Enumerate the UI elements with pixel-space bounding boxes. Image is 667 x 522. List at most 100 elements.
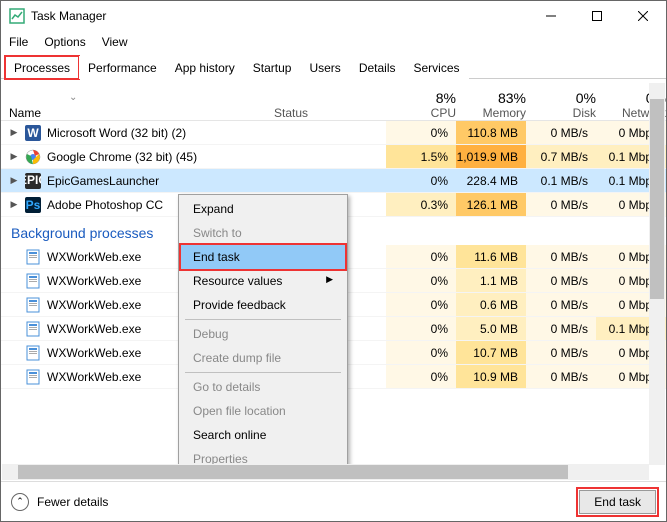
vertical-scrollbar[interactable]: [649, 83, 665, 465]
disk-cell: 0 MB/s: [526, 317, 596, 340]
tab-performance[interactable]: Performance: [79, 56, 166, 79]
svg-text:W: W: [27, 126, 39, 140]
titlebar: Task Manager: [1, 1, 666, 31]
header-name[interactable]: ⌄Name: [1, 79, 266, 120]
disk-cell: 0 MB/s: [526, 293, 596, 316]
disk-cell: 0.7 MB/s: [526, 145, 596, 168]
menu-options[interactable]: Options: [44, 35, 85, 49]
process-name: Google Chrome (32 bit) (45): [47, 150, 197, 164]
cpu-cell: 0%: [386, 169, 456, 192]
epic-icon: EPIC: [25, 173, 41, 189]
ctx-debug: Debug: [181, 322, 345, 346]
maximize-button[interactable]: [574, 1, 620, 31]
ctx-resource-values[interactable]: Resource values▶: [181, 269, 345, 293]
tabs: Processes Performance App history Startu…: [1, 55, 666, 79]
cpu-cell: 1.5%: [386, 145, 456, 168]
header-memory[interactable]: 83%Memory: [456, 79, 526, 120]
process-name: WXWorkWeb.exe: [47, 298, 141, 312]
ctx-expand[interactable]: Expand: [181, 197, 345, 221]
header-status[interactable]: Status: [266, 79, 386, 120]
process-row[interactable]: ▶ EPIC EpicGamesLauncher 0%228.4 MB0.1 MB/s…: [1, 169, 666, 193]
menu-view[interactable]: View: [102, 35, 128, 49]
ctx-switch-to: Switch to: [181, 221, 345, 245]
process-name: Microsoft Word (32 bit) (2): [47, 126, 186, 140]
disk-cell: 0.1 MB/s: [526, 169, 596, 192]
disk-cell: 0 MB/s: [526, 365, 596, 388]
chevron-up-icon: ⌃: [11, 493, 29, 511]
process-name: Adobe Photoshop CC: [47, 198, 163, 212]
menubar: File Options View: [1, 31, 666, 53]
fewer-details-label: Fewer details: [37, 495, 108, 509]
memory-cell: 126.1 MB: [456, 193, 526, 216]
horizontal-scrollbar[interactable]: [2, 464, 649, 480]
cpu-cell: 0%: [386, 121, 456, 144]
expand-icon[interactable]: ▶: [9, 199, 19, 210]
ctx-provide-feedback[interactable]: Provide feedback: [181, 293, 345, 317]
header-cpu[interactable]: 8%CPU: [386, 79, 456, 120]
cpu-cell: 0%: [386, 293, 456, 316]
end-task-button[interactable]: End task: [579, 490, 656, 514]
word-icon: W: [25, 125, 41, 141]
svg-text:Ps: Ps: [26, 198, 41, 212]
tab-users[interactable]: Users: [300, 56, 349, 79]
process-name: WXWorkWeb.exe: [47, 370, 141, 384]
taskmgr-icon: [9, 8, 25, 24]
tab-details[interactable]: Details: [350, 56, 405, 79]
expand-icon[interactable]: ▶: [9, 151, 19, 162]
ctx-go-to-details: Go to details: [181, 375, 345, 399]
memory-cell: 0.6 MB: [456, 293, 526, 316]
close-button[interactable]: [620, 1, 666, 31]
cpu-cell: 0%: [386, 269, 456, 292]
memory-cell: 11.6 MB: [456, 245, 526, 268]
process-name: WXWorkWeb.exe: [47, 322, 141, 336]
generic-icon: [25, 345, 41, 361]
memory-cell: 5.0 MB: [456, 317, 526, 340]
expand-icon[interactable]: ▶: [9, 175, 19, 186]
minimize-button[interactable]: [528, 1, 574, 31]
cpu-cell: 0%: [386, 365, 456, 388]
generic-icon: [25, 369, 41, 385]
process-name: WXWorkWeb.exe: [47, 346, 141, 360]
tab-startup[interactable]: Startup: [244, 56, 301, 79]
memory-cell: 1.1 MB: [456, 269, 526, 292]
ctx-separator: [185, 319, 341, 320]
menu-file[interactable]: File: [9, 35, 28, 49]
fewer-details-toggle[interactable]: ⌃ Fewer details: [11, 493, 579, 511]
chevron-right-icon: ▶: [326, 274, 333, 285]
tab-processes[interactable]: Processes: [5, 56, 79, 79]
generic-icon: [25, 321, 41, 337]
disk-cell: 0 MB/s: [526, 193, 596, 216]
context-menu: Expand Switch to End task Resource value…: [178, 194, 348, 474]
process-row[interactable]: ▶ W Microsoft Word (32 bit) (2) 0%110.8 MB0…: [1, 121, 666, 145]
ctx-open-file-location: Open file location: [181, 399, 345, 423]
scrollbar-thumb[interactable]: [650, 99, 664, 299]
header-disk[interactable]: 0%Disk: [526, 79, 596, 120]
cpu-cell: 0.3%: [386, 193, 456, 216]
tab-app-history[interactable]: App history: [166, 56, 244, 79]
process-name: EpicGamesLauncher: [47, 174, 159, 188]
process-name: WXWorkWeb.exe: [47, 250, 141, 264]
disk-cell: 0 MB/s: [526, 341, 596, 364]
ctx-end-task[interactable]: End task: [181, 245, 345, 269]
memory-cell: 110.8 MB: [456, 121, 526, 144]
disk-cell: 0 MB/s: [526, 269, 596, 292]
cpu-cell: 0%: [386, 245, 456, 268]
generic-icon: [25, 297, 41, 313]
tab-services[interactable]: Services: [405, 56, 469, 79]
ctx-search-online[interactable]: Search online: [181, 423, 345, 447]
memory-cell: 1,019.9 MB: [456, 145, 526, 168]
memory-cell: 228.4 MB: [456, 169, 526, 192]
disk-cell: 0 MB/s: [526, 121, 596, 144]
column-headers: ⌄Name Status 8%CPU 83%Memory 0%Disk 0%Ne…: [1, 79, 666, 121]
expand-icon[interactable]: ▶: [9, 127, 19, 138]
cpu-cell: 0%: [386, 341, 456, 364]
chrome-icon: [25, 149, 41, 165]
footer: ⌃ Fewer details End task: [1, 481, 666, 521]
process-row[interactable]: ▶ Google Chrome (32 bit) (45) 1.5%1,019.9 …: [1, 145, 666, 169]
generic-icon: [25, 273, 41, 289]
svg-text:EPIC: EPIC: [25, 173, 41, 187]
disk-cell: 0 MB/s: [526, 245, 596, 268]
window-title: Task Manager: [31, 9, 528, 23]
process-name: WXWorkWeb.exe: [47, 274, 141, 288]
scrollbar-thumb[interactable]: [18, 465, 568, 479]
